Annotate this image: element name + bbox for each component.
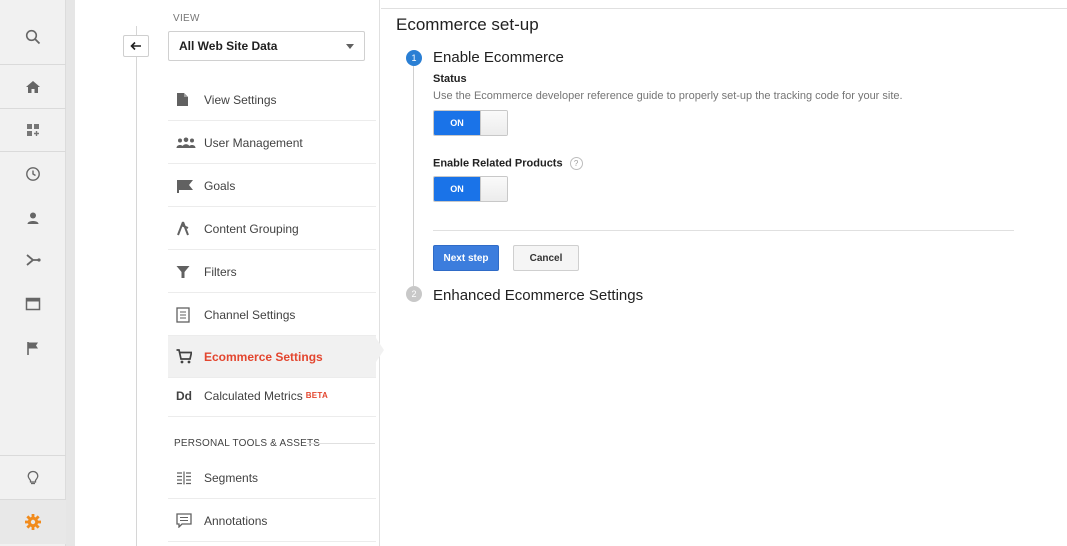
rail-divider-strip	[66, 0, 75, 546]
section-label-personal-tools: PERSONAL TOOLS & ASSETS	[174, 438, 321, 449]
dd-glyph: Dd	[176, 388, 192, 403]
nav-item-segments[interactable]: Segments	[168, 457, 376, 499]
step-connector-line	[413, 66, 414, 286]
toggle-knob	[480, 111, 507, 135]
related-products-label: Enable Related Products ?	[433, 157, 583, 170]
admin-view-column: VIEW All Web Site Data View Settings Use…	[75, 0, 384, 546]
view-select-value: All Web Site Data	[179, 39, 278, 53]
nav-item-channel-settings[interactable]: Channel Settings	[168, 294, 376, 336]
back-button[interactable]	[123, 35, 149, 57]
channel-settings-icon	[168, 306, 204, 323]
document-icon	[168, 92, 204, 107]
nav-item-content-grouping[interactable]: Content Grouping	[168, 208, 376, 250]
divider	[433, 230, 1014, 231]
nav-item-calculated-metrics[interactable]: Dd Calculated Metrics BETA	[168, 375, 376, 417]
back-arrow-icon	[130, 41, 141, 51]
status-description: Use the Ecommerce developer reference gu…	[433, 90, 903, 102]
beta-badge: BETA	[305, 391, 329, 400]
step-2-title[interactable]: Enhanced Ecommerce Settings	[433, 287, 643, 304]
acquisition-icon[interactable]	[0, 238, 66, 282]
nav-item-label: Annotations	[204, 513, 268, 528]
nav-item-filters[interactable]: Filters	[168, 251, 376, 293]
dd-icon: Dd	[168, 389, 204, 403]
conversions-flag-icon[interactable]	[0, 326, 66, 370]
nav-item-label: Segments	[204, 470, 259, 485]
nav-item-label: Channel Settings	[204, 307, 296, 322]
discover-lightbulb-icon[interactable]	[0, 456, 66, 500]
flag-icon	[168, 179, 204, 193]
filter-icon	[168, 265, 204, 279]
nav-item-view-settings[interactable]: View Settings	[168, 79, 376, 121]
status-label: Status	[433, 73, 467, 85]
left-icon-rail	[0, 0, 66, 546]
nav-item-annotations[interactable]: Annotations	[168, 500, 376, 542]
nav-item-label: User Management	[204, 135, 303, 150]
home-icon[interactable]	[0, 65, 66, 109]
view-label: VIEW	[173, 13, 200, 24]
cart-icon	[168, 349, 204, 364]
cancel-button[interactable]: Cancel	[513, 245, 579, 271]
step-1-number: 1	[406, 50, 422, 66]
step-2-number: 2	[406, 286, 422, 302]
next-step-button[interactable]: Next step	[433, 245, 499, 271]
view-select[interactable]: All Web Site Data	[168, 31, 365, 61]
admin-gear-icon[interactable]	[0, 500, 66, 544]
nav-item-label: Content Grouping	[204, 221, 299, 236]
step-1-title: Enable Ecommerce	[433, 49, 564, 66]
status-toggle[interactable]: ON	[433, 110, 508, 136]
nav-item-label: Ecommerce Settings	[204, 349, 323, 364]
toggle-knob	[480, 177, 507, 201]
page-title: Ecommerce set-up	[396, 15, 539, 34]
nav-item-label: Goals	[204, 178, 236, 193]
segments-icon	[168, 471, 204, 485]
related-products-toggle[interactable]: ON	[433, 176, 508, 202]
nav-item-user-management[interactable]: User Management	[168, 122, 376, 164]
main-content: Ecommerce set-up 1 Enable Ecommerce Stat…	[381, 0, 1067, 546]
nav-item-label: View Settings	[204, 92, 277, 107]
nav-item-label: Filters	[204, 264, 237, 279]
related-products-text: Enable Related Products	[433, 157, 563, 170]
nav-item-goals[interactable]: Goals	[168, 165, 376, 207]
toggle-on-label: ON	[434, 111, 480, 135]
nav-item-label: Calculated Metrics	[204, 388, 303, 403]
chevron-down-icon	[346, 44, 354, 49]
toggle-on-label: ON	[434, 177, 480, 201]
annotations-icon	[168, 513, 204, 528]
help-icon[interactable]: ?	[569, 157, 583, 170]
column-guide-line	[136, 26, 137, 546]
users-icon	[168, 137, 204, 149]
realtime-clock-icon[interactable]	[0, 152, 66, 196]
content-grouping-icon	[168, 221, 204, 236]
audience-person-icon[interactable]	[0, 196, 66, 240]
behavior-icon[interactable]	[0, 282, 66, 326]
nav-item-ecommerce-settings[interactable]: Ecommerce Settings	[168, 336, 376, 378]
search-icon[interactable]	[0, 15, 66, 59]
customization-icon[interactable]	[0, 108, 66, 152]
